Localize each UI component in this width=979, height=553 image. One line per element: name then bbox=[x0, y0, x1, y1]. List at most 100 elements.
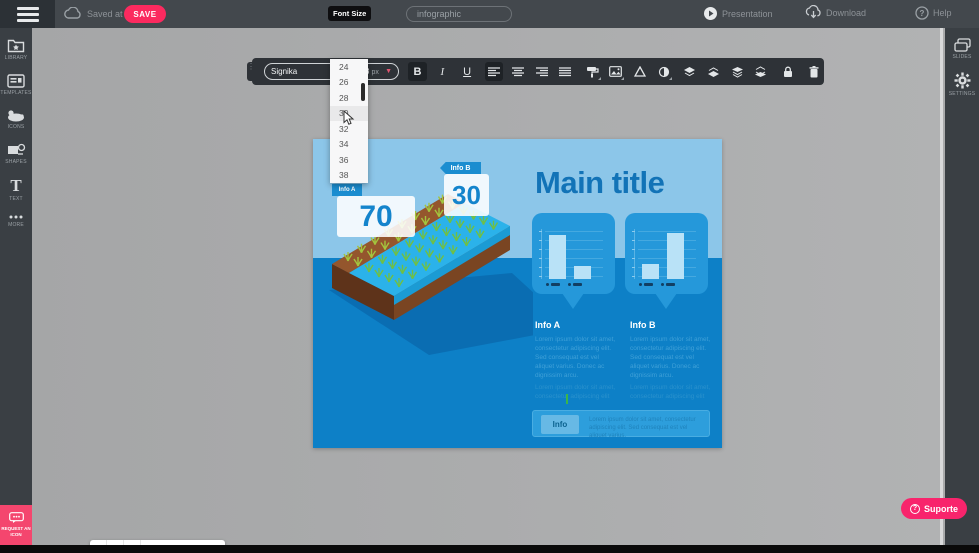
download-button[interactable]: Download bbox=[805, 5, 866, 21]
trash-icon bbox=[809, 66, 819, 78]
bar bbox=[574, 266, 591, 280]
section-a-body[interactable]: Lorem ipsum dolor sit amet, consectetur … bbox=[535, 335, 619, 380]
card-b-tail bbox=[655, 293, 677, 309]
sidebar-item-templates[interactable]: TEMPLATES bbox=[0, 74, 32, 96]
send-to-back-icon bbox=[707, 66, 720, 78]
support-button[interactable]: ? Suporte bbox=[901, 498, 967, 519]
align-left-icon bbox=[488, 67, 500, 77]
presentation-button[interactable]: Presentation bbox=[703, 6, 773, 21]
slides-icon bbox=[954, 38, 971, 52]
sidebar-item-text[interactable]: T TEXT bbox=[0, 177, 32, 202]
section-a-heading[interactable]: Info A bbox=[535, 320, 560, 330]
callout-a-tag[interactable]: Info A bbox=[332, 184, 362, 196]
right-rail: SLIDES SETTINGS bbox=[945, 28, 979, 545]
bar bbox=[642, 264, 659, 280]
chart-b-legend bbox=[639, 283, 675, 286]
section-a-body2[interactable]: Lorem ipsum dolor sit amet, consectetur … bbox=[535, 383, 619, 401]
opacity-button[interactable] bbox=[630, 62, 649, 81]
save-button[interactable]: SAVE bbox=[124, 5, 166, 23]
section-b-body2[interactable]: Lorem ipsum dolor sit amet, consectetur … bbox=[630, 383, 714, 401]
question-icon: ? bbox=[910, 504, 920, 514]
triangle-icon bbox=[634, 66, 646, 77]
paint-roller-icon bbox=[586, 66, 599, 78]
bring-to-front-icon bbox=[683, 66, 696, 78]
sidebar-item-shapes[interactable]: SHAPES bbox=[0, 143, 32, 165]
download-cloud-icon bbox=[805, 5, 822, 21]
lock-button[interactable] bbox=[778, 62, 797, 81]
top-bar: Saved at 13:59 SAVE Presentation Downloa… bbox=[0, 0, 979, 28]
align-center-icon bbox=[512, 67, 524, 77]
text-cursor-marker bbox=[566, 394, 568, 404]
align-left-button[interactable] bbox=[485, 62, 504, 81]
fill-color-button[interactable] bbox=[583, 62, 602, 81]
image-button[interactable] bbox=[607, 62, 626, 81]
icons-icon bbox=[6, 109, 26, 122]
speech-bubble-icon bbox=[9, 512, 24, 524]
gear-icon bbox=[954, 72, 971, 89]
bring-to-front-button[interactable] bbox=[680, 62, 699, 81]
toolbar-drag-handle[interactable]: ⋮ bbox=[247, 62, 253, 81]
library-icon bbox=[7, 38, 25, 53]
document-name-input[interactable] bbox=[406, 6, 512, 22]
send-to-back-button[interactable] bbox=[704, 62, 723, 81]
sidebar-item-more[interactable]: MORE bbox=[0, 214, 32, 228]
help-button[interactable]: ? Help bbox=[915, 6, 952, 20]
cloud-saved-icon bbox=[64, 7, 82, 21]
chevron-down-icon: ▼ bbox=[385, 68, 392, 75]
page-scrollbar[interactable] bbox=[940, 28, 943, 545]
chart-card-a[interactable] bbox=[532, 213, 615, 294]
request-an-icon-button[interactable]: REQUEST AN ICON bbox=[0, 505, 32, 545]
banner-text: Lorem ipsum dolor sit amet, consectetur … bbox=[589, 416, 705, 440]
dropdown-scrollbar[interactable] bbox=[361, 83, 365, 101]
callout-a-value[interactable]: 70 bbox=[337, 196, 415, 237]
info-banner[interactable]: Info Lorem ipsum dolor sit amet, consect… bbox=[532, 410, 710, 437]
image-icon bbox=[609, 66, 622, 77]
app-window: Saved at 13:59 SAVE Presentation Downloa… bbox=[0, 0, 979, 553]
font-size-option[interactable]: 38 bbox=[330, 168, 368, 184]
rail-item-settings[interactable]: SETTINGS bbox=[945, 72, 979, 97]
align-center-button[interactable] bbox=[508, 62, 527, 81]
svg-text:?: ? bbox=[920, 9, 925, 18]
svg-text:T: T bbox=[10, 177, 22, 194]
templates-icon bbox=[7, 74, 25, 88]
section-b-heading[interactable]: Info B bbox=[630, 320, 656, 330]
rail-item-slides[interactable]: SLIDES bbox=[945, 38, 979, 60]
bold-button[interactable]: B bbox=[408, 62, 427, 81]
align-justify-button[interactable] bbox=[556, 62, 575, 81]
align-right-icon bbox=[536, 67, 548, 77]
sidebar-item-icons[interactable]: ICONS bbox=[0, 109, 32, 130]
font-size-option[interactable]: 24 bbox=[330, 59, 368, 75]
help-icon: ? bbox=[915, 6, 929, 20]
sidebar-item-library[interactable]: LIBRARY bbox=[0, 38, 32, 61]
main-menu-button[interactable] bbox=[0, 0, 55, 28]
bar bbox=[667, 233, 684, 279]
bring-forward-icon bbox=[731, 66, 744, 78]
font-size-option[interactable]: 34 bbox=[330, 137, 368, 153]
infographic-artboard[interactable]: Info A 70 Info B 30 Main title bbox=[313, 139, 722, 448]
bring-forward-button[interactable] bbox=[728, 62, 747, 81]
mouse-cursor bbox=[343, 110, 355, 126]
play-circle-icon bbox=[703, 6, 718, 21]
mini-bar-chart-b bbox=[634, 229, 698, 279]
infographic-title[interactable]: Main title bbox=[535, 165, 715, 201]
align-right-button[interactable] bbox=[532, 62, 551, 81]
lock-icon bbox=[783, 66, 793, 78]
delete-button[interactable] bbox=[805, 62, 824, 81]
more-dots-icon bbox=[8, 214, 24, 220]
bar bbox=[549, 235, 566, 279]
section-b-body[interactable]: Lorem ipsum dolor sit amet, consectetur … bbox=[630, 335, 714, 380]
text-icon: T bbox=[7, 177, 25, 194]
shapes-icon bbox=[7, 143, 26, 157]
font-size-tooltip: Font Size bbox=[328, 6, 371, 21]
send-backward-button[interactable] bbox=[751, 62, 770, 81]
callout-b-value[interactable]: 30 bbox=[444, 174, 489, 216]
italic-button[interactable]: I bbox=[433, 62, 452, 81]
card-a-tail bbox=[562, 293, 584, 309]
font-size-option[interactable]: 36 bbox=[330, 152, 368, 168]
shadow-button[interactable] bbox=[654, 62, 673, 81]
callout-b-tag[interactable]: Info B bbox=[440, 162, 481, 174]
underline-button[interactable]: U bbox=[458, 62, 477, 81]
chart-card-b[interactable] bbox=[625, 213, 708, 294]
canvas-area[interactable]: Info A 70 Info B 30 Main title bbox=[32, 28, 940, 545]
align-justify-icon bbox=[559, 67, 571, 77]
